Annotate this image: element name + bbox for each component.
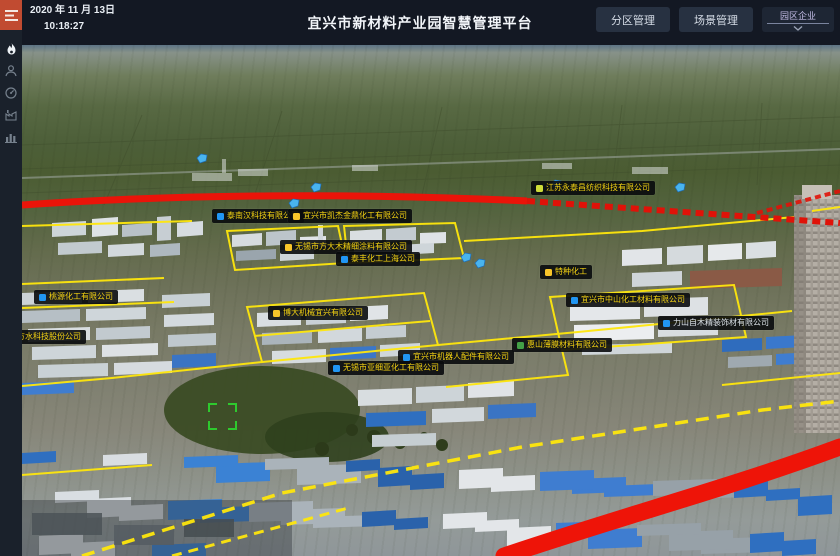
company-label-text: 力山自木精装饰材有限公司	[673, 319, 769, 327]
company-marker-icon	[545, 269, 552, 276]
company-marker-icon	[517, 342, 524, 349]
company-labels-layer: 泰南汉科技有限公司宜兴市凯杰金鼎化工有限公司无锡市方大木精细涂料有限公司泰丰化工…	[22, 45, 840, 556]
company-label-text: 博大机械宜兴有限公司	[283, 309, 363, 317]
hamburger-icon	[5, 10, 18, 21]
company-label[interactable]: 无锡市亚细亚化工有限公司	[328, 361, 444, 375]
time-display: 10:18:27	[30, 21, 115, 33]
company-label[interactable]: 宜兴市四方水科技股份公司	[22, 330, 86, 344]
company-label-text: 特种化工	[555, 268, 587, 276]
person-icon	[5, 65, 17, 77]
company-label[interactable]: 宜兴市中山化工材料有限公司	[566, 293, 690, 307]
header-actions: 分区管理 场景管理 园区企业	[596, 7, 834, 32]
datetime-display: 2020 年 11 月 13日 10:18:27	[30, 5, 115, 33]
factory-icon	[5, 109, 17, 121]
company-marker-icon	[285, 244, 292, 251]
company-label[interactable]: 惠山薄膜材料有限公司	[512, 338, 612, 352]
park-enterprise-dropdown-label: 园区企业	[767, 9, 829, 24]
top-bar: 2020 年 11 月 13日 10:18:27 宜兴市新材料产业园智慧管理平台…	[0, 0, 840, 45]
company-label-text: 泰丰化工上海公司	[351, 255, 415, 263]
company-label-text: 宜兴市凯杰金鼎化工有限公司	[303, 212, 407, 220]
company-marker-icon	[293, 213, 300, 220]
company-marker-icon	[663, 320, 670, 327]
zone-management-button[interactable]: 分区管理	[596, 7, 670, 32]
company-label-text: 惠山薄膜材料有限公司	[527, 341, 607, 349]
company-label-text: 宜兴市中山化工材料有限公司	[581, 296, 685, 304]
app-root: 2020 年 11 月 13日 10:18:27 宜兴市新材料产业园智慧管理平台…	[0, 0, 840, 556]
company-label[interactable]: 特种化工	[540, 265, 592, 279]
chevron-down-icon	[793, 26, 803, 31]
left-sidebar	[0, 0, 22, 556]
company-marker-icon	[341, 256, 348, 263]
company-marker-icon	[536, 185, 543, 192]
company-marker-icon	[571, 297, 578, 304]
park-enterprise-dropdown[interactable]: 园区企业	[762, 7, 834, 32]
company-label[interactable]: 力山自木精装饰材有限公司	[658, 316, 774, 330]
page-title: 宜兴市新材料产业园智慧管理平台	[308, 13, 533, 33]
company-label-text: 江苏永泰昌纺织科技有限公司	[546, 184, 650, 192]
company-label-text: 无锡市亚细亚化工有限公司	[343, 364, 439, 372]
gauge-icon	[5, 87, 17, 99]
company-label[interactable]: 宜兴市凯杰金鼎化工有限公司	[288, 209, 412, 223]
company-label[interactable]: 博大机械宜兴有限公司	[268, 306, 368, 320]
company-marker-icon	[39, 294, 46, 301]
company-label[interactable]: 泰丰化工上海公司	[336, 252, 420, 266]
sidebar-item-fire[interactable]	[0, 38, 22, 60]
sidebar-item-personnel[interactable]	[0, 60, 22, 82]
company-label-text: 无锡市方大木精细涂料有限公司	[295, 243, 407, 251]
sidebar-item-statistics[interactable]	[0, 126, 22, 148]
date-display: 2020 年 11 月 13日	[30, 5, 115, 17]
company-label-text: 宜兴市四方水科技股份公司	[22, 333, 81, 341]
map-3d-view[interactable]: 泰南汉科技有限公司宜兴市凯杰金鼎化工有限公司无锡市方大木精细涂料有限公司泰丰化工…	[22, 45, 840, 556]
sidebar-item-factory[interactable]	[0, 104, 22, 126]
company-label[interactable]: 江苏永泰昌纺织科技有限公司	[531, 181, 655, 195]
sidebar-item-gauge[interactable]	[0, 82, 22, 104]
flame-icon	[6, 43, 17, 56]
menu-button[interactable]	[0, 0, 22, 30]
company-label-text: 宜兴市机器人配件有限公司	[413, 353, 509, 361]
company-marker-icon	[217, 213, 224, 220]
bar-chart-icon	[5, 131, 17, 143]
scene-management-button[interactable]: 场景管理	[679, 7, 753, 32]
company-marker-icon	[403, 354, 410, 361]
company-marker-icon	[273, 310, 280, 317]
company-label-text: 桃源化工有限公司	[49, 293, 113, 301]
company-marker-icon	[333, 365, 340, 372]
company-label[interactable]: 桃源化工有限公司	[34, 290, 118, 304]
